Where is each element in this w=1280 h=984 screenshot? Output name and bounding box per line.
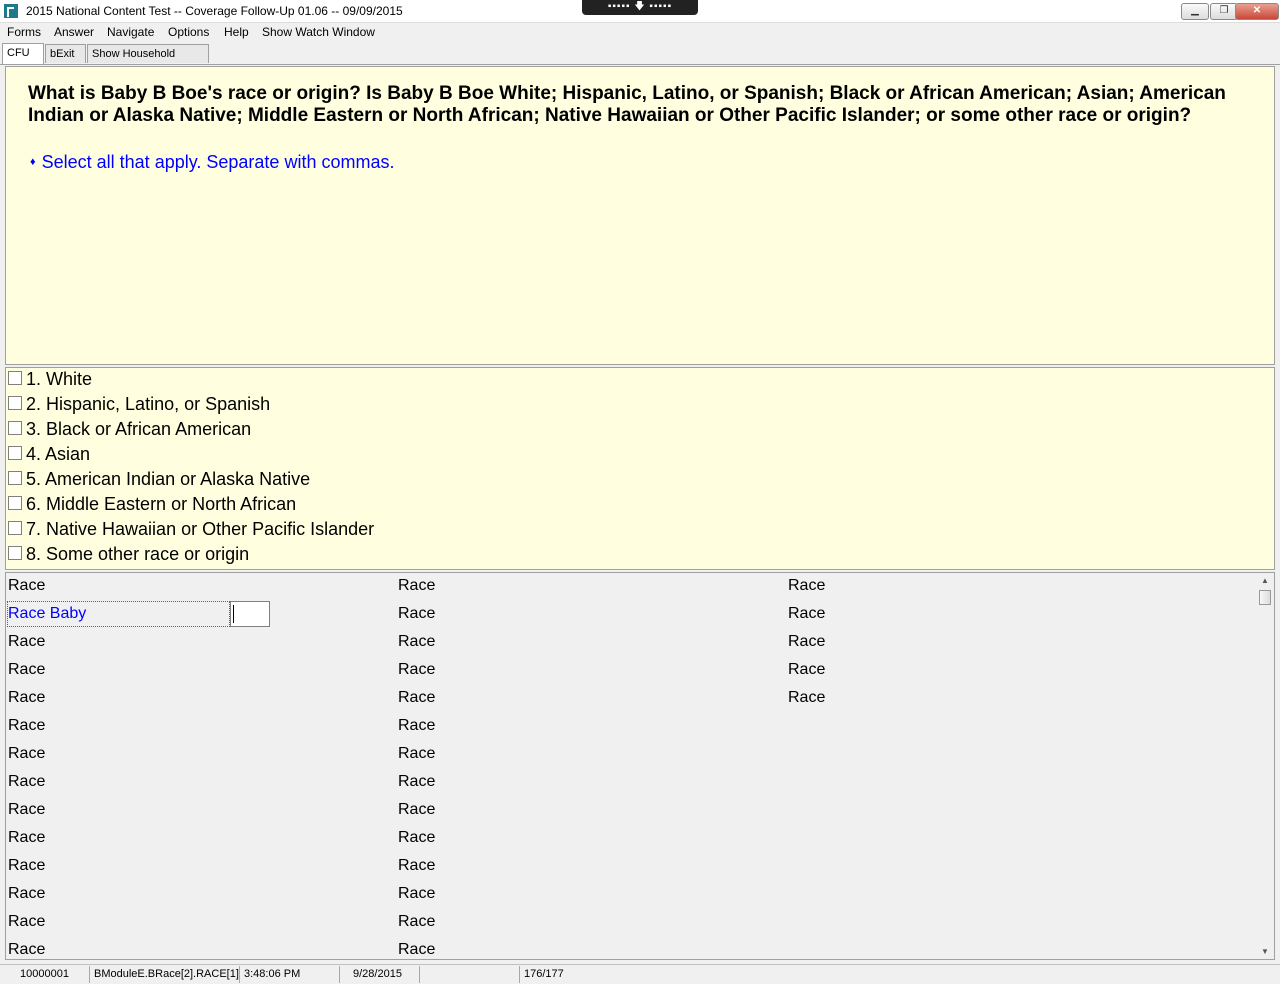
grid-cell[interactable]: Race [398, 633, 435, 651]
option-middle-eastern[interactable]: 6. Middle Eastern or North African [8, 494, 296, 519]
checkbox[interactable] [8, 521, 22, 536]
checkbox[interactable] [8, 421, 22, 436]
grid-cell[interactable]: Race [398, 857, 435, 875]
option-label: 2. Hispanic, Latino, or Spanish [26, 394, 271, 414]
grid-cell[interactable]: Race [8, 717, 45, 735]
checkbox[interactable] [8, 371, 22, 386]
race-entry-input[interactable] [230, 601, 270, 627]
answer-pane: 1. White 2. Hispanic, Latino, or Spanish… [5, 367, 1275, 570]
minimize-icon: ▁ [1191, 5, 1199, 16]
menu-forms[interactable]: Forms [7, 25, 41, 39]
checkbox[interactable] [8, 496, 22, 511]
tab-strip: CFU bExit Show Household Roster [0, 43, 1280, 78]
title-bar: 2015 National Content Test -- Coverage F… [0, 0, 1280, 23]
grid-cell[interactable]: Race [8, 885, 45, 903]
option-white[interactable]: 1. White [8, 369, 92, 394]
menu-navigate[interactable]: Navigate [107, 25, 154, 39]
grid-cell[interactable]: Race [398, 913, 435, 931]
status-bar: 10000001 BModuleE.BRace[2].RACE[1] 3:48:… [0, 964, 1280, 984]
grid-cell[interactable]: Race [8, 801, 45, 819]
grid-cell[interactable]: Race [8, 577, 45, 595]
status-date: 9/28/2015 [340, 966, 420, 983]
option-label: 6. Middle Eastern or North African [26, 494, 297, 514]
grid-cell[interactable]: Race [398, 941, 435, 959]
menu-options[interactable]: Options [168, 25, 209, 39]
status-page: 176/177 [524, 968, 564, 980]
scroll-thumb[interactable] [1259, 590, 1271, 605]
app-icon [4, 4, 18, 18]
restore-icon: ❐ [1219, 5, 1229, 16]
tab-show-household-roster[interactable]: Show Household Roster [87, 44, 209, 78]
grid-cell[interactable]: Race [398, 745, 435, 763]
option-hispanic[interactable]: 2. Hispanic, Latino, or Spanish [8, 394, 270, 419]
grid-cell[interactable]: Race [8, 661, 45, 679]
floating-toolbar-handle[interactable]: ▪▪▪▪▪ 🡇 ▪▪▪▪▪ [582, 0, 698, 15]
grid-cell[interactable]: Race [398, 885, 435, 903]
grid-cell[interactable]: Race [398, 661, 435, 679]
field-grid: Race Race Baby Race Race Race Race Race … [5, 572, 1275, 960]
option-label: 3. Black or African American [26, 419, 252, 439]
option-label: 7. Native Hawaiian or Other Pacific Isla… [26, 519, 375, 539]
close-button[interactable]: ✕ [1235, 3, 1279, 20]
status-time: 3:48:06 PM [240, 966, 340, 983]
option-american-indian[interactable]: 5. American Indian or Alaska Native [8, 469, 310, 494]
window-title: 2015 National Content Test -- Coverage F… [26, 4, 403, 18]
vertical-scrollbar[interactable]: ▲ ▼ [1257, 573, 1274, 959]
option-label: 5. American Indian or Alaska Native [26, 469, 311, 489]
grid-cell[interactable]: Race [398, 829, 435, 847]
option-asian[interactable]: 4. Asian [8, 444, 90, 469]
menu-show-watch-window[interactable]: Show Watch Window [262, 25, 375, 39]
grid-cell[interactable]: Race [398, 717, 435, 735]
tab-bexit[interactable]: bExit [45, 44, 86, 63]
grid-cell[interactable]: Race [788, 577, 825, 595]
instruction: ♦ Select all that apply. Separate with co… [30, 152, 394, 173]
grid-cell[interactable]: Race [788, 689, 825, 707]
instruction-text: Select all that apply. Separate with com… [41, 152, 395, 172]
grid-cell[interactable]: Race [398, 605, 435, 623]
scroll-up-arrow-icon[interactable]: ▲ [1261, 576, 1269, 585]
grid-cell[interactable]: Race [788, 605, 825, 623]
grid-cell[interactable]: Race [8, 941, 45, 959]
grid-cell[interactable]: Race [788, 633, 825, 651]
grid-cell[interactable]: Race [398, 689, 435, 707]
checkbox[interactable] [8, 471, 22, 486]
option-native-hawaiian[interactable]: 7. Native Hawaiian or Other Pacific Isla… [8, 519, 374, 544]
grid-cell[interactable]: Race [8, 829, 45, 847]
status-blank [420, 966, 520, 983]
option-black[interactable]: 3. Black or African American [8, 419, 251, 444]
status-case-id: 10000001 [0, 966, 90, 983]
grid-cell[interactable]: Race [8, 773, 45, 791]
menu-answer[interactable]: Answer [54, 25, 94, 39]
grid-cell[interactable]: Race [8, 633, 45, 651]
tab-cfu[interactable]: CFU [2, 43, 44, 64]
grid-cell[interactable]: Race [788, 661, 825, 679]
menu-help[interactable]: Help [224, 25, 249, 39]
scroll-down-arrow-icon[interactable]: ▼ [1261, 947, 1269, 956]
grid-cell[interactable]: Race [8, 857, 45, 875]
grid-cell[interactable]: Race [398, 801, 435, 819]
grid-cell[interactable]: Race [8, 745, 45, 763]
grid-cell[interactable]: Race [8, 913, 45, 931]
diamond-bullet-icon: ♦ [30, 156, 36, 168]
menu-bar: Forms Answer Navigate Options Help Show … [0, 23, 1280, 43]
option-some-other[interactable]: 8. Some other race or origin [8, 544, 249, 569]
grid-cell[interactable]: Race [398, 577, 435, 595]
checkbox[interactable] [8, 546, 22, 561]
checkbox[interactable] [8, 396, 22, 411]
restore-button[interactable]: ❐ [1210, 3, 1238, 20]
question-pane: What is Baby B Boe's race or origin? Is … [5, 66, 1275, 365]
checkbox[interactable] [8, 446, 22, 461]
close-icon: ✕ [1252, 5, 1262, 16]
option-label: 8. Some other race or origin [26, 544, 250, 564]
grid-cell-current[interactable]: Race Baby [8, 605, 86, 623]
grid-cell[interactable]: Race [8, 689, 45, 707]
minimize-button[interactable]: ▁ [1181, 3, 1209, 20]
status-field-name: BModuleE.BRace[2].RACE[1] [90, 966, 240, 983]
option-label: 1. White [26, 369, 93, 389]
question-text: What is Baby B Boe's race or origin? Is … [28, 83, 1226, 126]
grid-cell[interactable]: Race [398, 773, 435, 791]
option-label: 4. Asian [26, 444, 91, 464]
